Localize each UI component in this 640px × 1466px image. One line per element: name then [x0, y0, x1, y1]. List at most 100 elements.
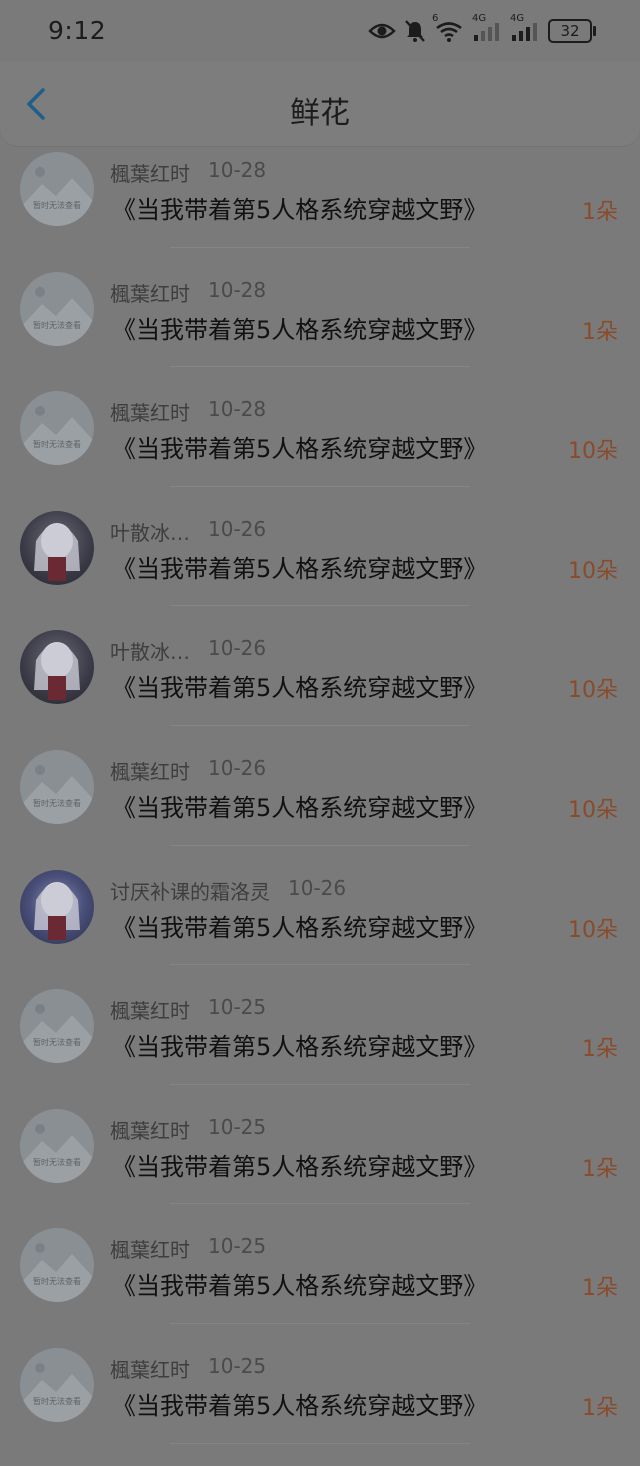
divider — [170, 1322, 470, 1324]
book-title[interactable]: 《当我带着第5人格系统穿越文野》 — [112, 1027, 487, 1062]
sender-name[interactable]: 楓葉红时 — [110, 995, 190, 1024]
list-item[interactable]: 叶散冰… 10-26 《当我带着第5人格系统穿越文野》 10朵 — [0, 509, 640, 629]
sender-line: 讨厌补课的霜洛灵 10-26 — [110, 876, 346, 905]
book-title[interactable]: 《当我带着第5人格系统穿越文野》 — [112, 549, 487, 584]
flower-count: 1朵 — [582, 1395, 618, 1421]
book-title[interactable]: 《当我带着第5人格系统穿越文野》 — [112, 668, 487, 703]
avatar[interactable]: 暂时无法查看 — [20, 749, 94, 824]
list-item[interactable]: 讨厌补课的霜洛灵 10-26 《当我带着第5人格系统穿越文野》 10朵 — [0, 868, 640, 988]
sender-name[interactable]: 叶散冰… — [110, 517, 190, 546]
placeholder-text: 暂时无法查看 — [33, 1157, 81, 1167]
sender-name[interactable]: 楓葉红时 — [110, 278, 190, 307]
list-item[interactable]: 暂时无法查看 楓葉红时 10-25 《当我带着第5人格系统穿越文野》 1朵 — [0, 987, 640, 1107]
sender-line: 楓葉红时 10-25 — [110, 1115, 266, 1144]
list-item[interactable]: 暂时无法查看 楓葉红时 10-28 《当我带着第5人格系统穿越文野》 1朵 — [0, 150, 640, 270]
flower-count: 10朵 — [568, 797, 618, 823]
flower-count: 10朵 — [568, 558, 618, 584]
divider — [170, 724, 470, 726]
send-date: 10-25 — [208, 1234, 267, 1259]
divider — [170, 485, 470, 487]
send-date: 10-25 — [208, 1114, 267, 1139]
sender-line: 楓葉红时 10-26 — [110, 756, 266, 785]
list-item[interactable]: 暂时无法查看 楓葉红时 10-25 《当我带着第5人格系统穿越文野》 1朵 — [0, 1226, 640, 1346]
avatar[interactable]: 暂时无法查看 — [20, 271, 94, 346]
avatar[interactable]: 暂时无法查看 — [20, 152, 94, 226]
list-item[interactable]: 暂时无法查看 楓葉红时 10-26 《当我带着第5人格系统穿越文野》 10朵 — [0, 748, 640, 868]
divider — [170, 605, 470, 607]
list-item[interactable]: 暂时无法查看 楓葉红时 10-28 《当我带着第5人格系统穿越文野》 1朵 — [0, 270, 640, 390]
divider — [170, 246, 470, 248]
flower-record-list: 暂时无法查看 楓葉红时 10-28 《当我带着第5人格系统穿越文野》 1朵 暂时无法查看楓… — [0, 150, 640, 1466]
anime-avatar-image — [34, 522, 80, 581]
sender-name[interactable]: 叶散冰… — [110, 636, 190, 665]
book-title[interactable]: 《当我带着第5人格系统穿越文野》 — [112, 310, 487, 345]
sender-name[interactable]: 楓葉红时 — [110, 397, 190, 426]
divider — [170, 1083, 470, 1085]
image-placeholder-icon — [20, 1362, 94, 1422]
sender-line: 楓葉红时 10-28 — [110, 397, 266, 426]
book-title[interactable]: 《当我带着第5人格系统穿越文野》 — [112, 908, 487, 943]
placeholder-text: 暂时无法查看 — [33, 798, 81, 808]
avatar[interactable] — [20, 869, 94, 944]
book-title[interactable]: 《当我带着第5人格系统穿越文野》 — [112, 788, 487, 823]
sender-line: 楓葉红时 10-25 — [110, 1234, 266, 1263]
placeholder-text: 暂时无法查看 — [33, 320, 81, 330]
placeholder-text: 暂时无法查看 — [33, 1038, 81, 1048]
placeholder-text: 暂时无法查看 — [33, 1277, 81, 1287]
sender-name[interactable]: 楓葉红时 — [110, 158, 190, 187]
image-placeholder-icon — [20, 1243, 94, 1303]
send-date: 10-26 — [208, 516, 267, 541]
flower-count: 10朵 — [568, 678, 618, 704]
sender-line: 叶散冰… 10-26 — [110, 636, 266, 665]
flower-count: 1朵 — [582, 1037, 618, 1063]
send-date: 10-25 — [208, 1353, 267, 1378]
avatar[interactable] — [20, 510, 94, 585]
list-item[interactable]: 叶散冰… 10-26 《当我带着第5人格系统穿越文野》 10朵 — [0, 628, 640, 748]
battery-icon: 32 — [548, 19, 596, 43]
avatar[interactable]: 暂时无法查看 — [20, 391, 94, 466]
divider — [170, 964, 470, 966]
avatar[interactable]: 暂时无法查看 — [20, 1228, 94, 1303]
send-date: 10-25 — [208, 995, 267, 1020]
network-label: 4G — [472, 13, 487, 24]
flower-count: 10朵 — [568, 917, 618, 943]
avatar[interactable]: 暂时无法查看 — [20, 1108, 94, 1183]
sender-line: 楓葉红时 10-28 — [110, 278, 266, 307]
list-item[interactable]: 暂时无法查看 楓葉红时 10-25 《当我带着第5人格系统穿越文野》 1朵 — [0, 1346, 640, 1466]
flower-count: 1朵 — [582, 1276, 618, 1302]
flower-count: 10朵 — [568, 439, 618, 465]
sender-line: 楓葉红时 10-25 — [110, 995, 266, 1024]
avatar[interactable] — [20, 630, 94, 705]
avatar[interactable]: 暂时无法查看 — [20, 989, 94, 1064]
status-time: 9:12 — [48, 16, 107, 45]
send-date: 10-26 — [208, 636, 267, 661]
image-placeholder-icon — [20, 764, 94, 824]
book-title[interactable]: 《当我带着第5人格系统穿越文野》 — [112, 1266, 487, 1301]
flower-count: 1朵 — [582, 1156, 618, 1182]
sender-name[interactable]: 讨厌补课的霜洛灵 — [110, 876, 270, 905]
bell-muted-icon — [404, 19, 426, 43]
status-icons: 6 4G 4G 32 — [368, 13, 596, 46]
send-date: 10-28 — [208, 397, 267, 422]
image-placeholder-icon — [20, 286, 94, 346]
eye-icon — [368, 21, 396, 41]
placeholder-text: 暂时无法查看 — [33, 440, 81, 450]
image-placeholder-icon — [20, 1004, 94, 1064]
sender-name[interactable]: 楓葉红时 — [110, 1354, 190, 1383]
list-item[interactable]: 暂时无法查看 楓葉红时 10-25 《当我带着第5人格系统穿越文野》 1朵 — [0, 1107, 640, 1227]
sender-name[interactable]: 楓葉红时 — [110, 1234, 190, 1263]
divider — [170, 1203, 470, 1205]
network-label-2: 4G — [510, 13, 525, 24]
list-item[interactable]: 暂时无法查看 楓葉红时 10-28 《当我带着第5人格系统穿越文野》 10朵 — [0, 389, 640, 509]
signal-icon-2: 4G — [510, 13, 540, 43]
sender-name[interactable]: 楓葉红时 — [110, 756, 190, 785]
image-placeholder-icon — [20, 1123, 94, 1183]
avatar[interactable]: 暂时无法查看 — [20, 1347, 94, 1422]
book-title[interactable]: 《当我带着第5人格系统穿越文野》 — [112, 1147, 487, 1182]
divider — [170, 366, 470, 368]
sender-line: 楓葉红时 10-28 — [110, 158, 266, 187]
sender-name[interactable]: 楓葉红时 — [110, 1115, 190, 1144]
book-title[interactable]: 《当我带着第5人格系统穿越文野》 — [112, 429, 487, 464]
placeholder-text: 暂时无法查看 — [33, 1396, 81, 1406]
book-title[interactable]: 《当我带着第5人格系统穿越文野》 — [112, 190, 487, 225]
